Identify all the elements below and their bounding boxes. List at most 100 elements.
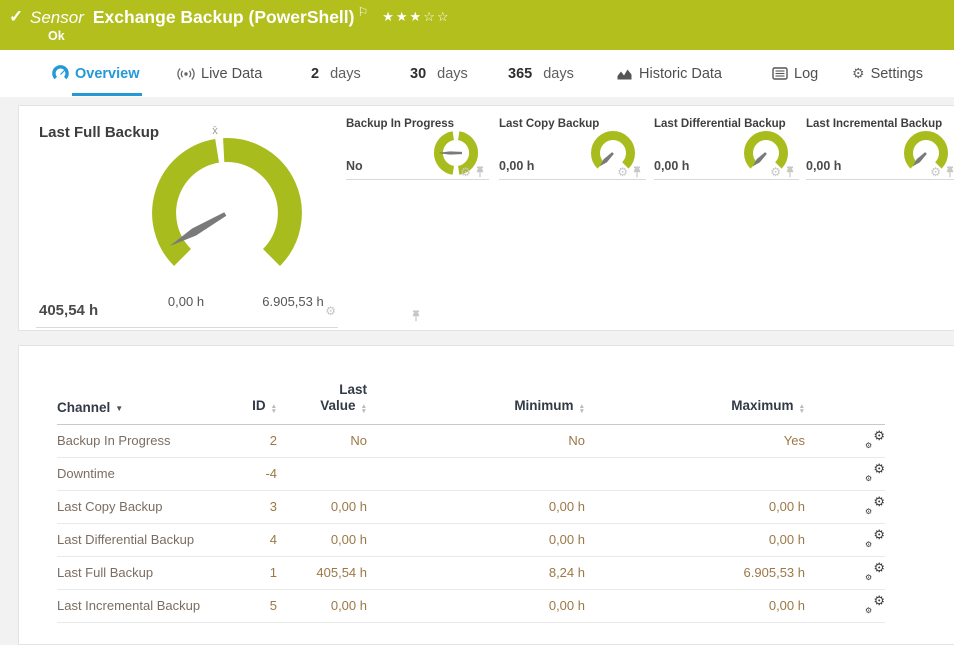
channel-id: 4 xyxy=(227,523,277,556)
channel-id: 5 xyxy=(227,589,277,622)
tab-label: Settings xyxy=(871,66,923,82)
table-row: Downtime -4 ⚙⚙ xyxy=(57,457,885,490)
gear-icon[interactable]: ⚙ xyxy=(770,166,781,178)
gauge-quick-actions: ⚙ xyxy=(770,166,795,178)
column-header-id[interactable]: ID▲▼ xyxy=(227,348,277,424)
channel-settings-icon[interactable]: ⚙⚙ xyxy=(865,563,885,580)
channel-id: 3 xyxy=(227,490,277,523)
gauges-panel: Last Full Backup x̄ 0,00 h 6.905,53 h 40… xyxy=(18,105,954,331)
tab-label: Live Data xyxy=(201,66,262,82)
ok-check-icon: ✓ xyxy=(9,7,23,27)
gauge-value: 405,54 h xyxy=(39,302,98,319)
table-header-row: Channel▼ ID▲▼ LastValue▲▼ Minimum▲▼ Maxi… xyxy=(57,348,885,424)
gauge-value: No xyxy=(346,159,363,173)
channel-maximum xyxy=(585,457,805,490)
page-title: Exchange Backup (PowerShell) xyxy=(93,7,355,27)
channel-id: -4 xyxy=(227,457,277,490)
sensor-title-line: Sensor Exchange Backup (PowerShell)⚐ ★★★☆☆ xyxy=(30,7,451,28)
channels-panel: Channel▼ ID▲▼ LastValue▲▼ Minimum▲▼ Maxi… xyxy=(18,345,954,645)
broadcast-icon xyxy=(177,66,195,82)
sensor-header: ✓ Sensor Exchange Backup (PowerShell)⚐ ★★★… xyxy=(0,0,954,50)
flag-icon[interactable]: ⚐ xyxy=(357,5,368,19)
tab-365-days[interactable]: 365 days xyxy=(508,50,574,97)
channel-settings-icon[interactable]: ⚙⚙ xyxy=(865,530,885,547)
column-header-maximum[interactable]: Maximum▲▼ xyxy=(585,348,805,424)
table-row: Last Incremental Backup 5 0,00 h 0,00 h … xyxy=(57,589,885,622)
tab-30-days[interactable]: 30 days xyxy=(410,50,468,97)
channel-id: 2 xyxy=(227,424,277,457)
pin-icon[interactable] xyxy=(411,310,421,322)
table-row: Last Copy Backup 3 0,00 h 0,00 h 0,00 h … xyxy=(57,490,885,523)
channel-name: Downtime xyxy=(57,457,227,490)
sort-icon: ▲▼ xyxy=(799,404,805,415)
area-chart-icon xyxy=(616,67,633,81)
channel-settings-icon[interactable]: ⚙⚙ xyxy=(865,464,885,481)
channel-settings-icon[interactable]: ⚙⚙ xyxy=(865,596,885,613)
status-badge: Ok xyxy=(48,29,65,43)
gauge-last-full-backup[interactable]: Last Full Backup x̄ 0,00 h 6.905,53 h 40… xyxy=(36,116,338,328)
radial-gauge: x̄ xyxy=(122,121,332,293)
gauge-value: 0,00 h xyxy=(499,159,534,173)
priority-stars[interactable]: ★★★☆☆ xyxy=(382,9,450,24)
tab-label: Overview xyxy=(75,66,140,82)
tab-log[interactable]: Log xyxy=(772,50,818,97)
table-row: Last Full Backup 1 405,54 h 8,24 h 6.905… xyxy=(57,556,885,589)
table-row: Last Differential Backup 4 0,00 h 0,00 h… xyxy=(57,523,885,556)
sorted-desc-icon: ▼ xyxy=(115,404,123,413)
tab-number: 2 xyxy=(311,66,319,82)
channel-last-value: 405,54 h xyxy=(277,556,367,589)
channel-last-value: 0,00 h xyxy=(277,589,367,622)
pin-icon[interactable] xyxy=(945,166,954,178)
gauge-needle xyxy=(753,152,767,166)
pin-icon[interactable] xyxy=(785,166,795,178)
gauge-value: 0,00 h xyxy=(654,159,689,173)
column-header-minimum[interactable]: Minimum▲▼ xyxy=(367,348,585,424)
gear-icon[interactable]: ⚙ xyxy=(460,166,471,178)
table-row: Backup In Progress 2 No No Yes ⚙⚙ xyxy=(57,424,885,457)
channel-settings-icon[interactable]: ⚙⚙ xyxy=(865,497,885,514)
channel-maximum: 0,00 h xyxy=(585,523,805,556)
tab-overview[interactable]: Overview xyxy=(52,50,140,97)
channel-minimum: 0,00 h xyxy=(367,589,585,622)
sort-icon: ▲▼ xyxy=(579,404,585,415)
column-header-last-value[interactable]: LastValue▲▼ xyxy=(277,348,367,424)
gauge-last-differential-backup[interactable]: Last Differential Backup 0,00 h ⚙ xyxy=(654,116,799,180)
tab-number: 365 xyxy=(508,66,532,82)
gauge-last-incremental-backup[interactable]: Last Incremental Backup 0,00 h ⚙ xyxy=(806,116,954,180)
sort-icon: ▲▼ xyxy=(271,404,277,415)
pin-icon[interactable] xyxy=(475,166,485,178)
gauge-icon xyxy=(52,65,69,82)
gear-icon[interactable]: ⚙ xyxy=(325,305,336,317)
channel-name: Last Copy Backup xyxy=(57,490,227,523)
channel-name: Last Differential Backup xyxy=(57,523,227,556)
average-marker-label: x̄ xyxy=(212,125,218,137)
tab-settings[interactable]: ⚙ Settings xyxy=(852,50,923,97)
sort-icon: ▲▼ xyxy=(361,404,367,415)
gear-icon[interactable]: ⚙ xyxy=(617,166,628,178)
gear-icon: ⚙ xyxy=(852,65,865,82)
gear-icon[interactable]: ⚙ xyxy=(930,166,941,178)
channels-table: Channel▼ ID▲▼ LastValue▲▼ Minimum▲▼ Maxi… xyxy=(57,348,885,623)
pin-icon[interactable] xyxy=(632,166,642,178)
object-kind-label: Sensor xyxy=(30,8,84,27)
gauge-quick-actions: ⚙ xyxy=(617,166,642,178)
tab-2-days[interactable]: 2 days xyxy=(311,50,361,97)
channel-maximum: 0,00 h xyxy=(585,490,805,523)
gauge-last-copy-backup[interactable]: Last Copy Backup 0,00 h ⚙ xyxy=(499,116,646,180)
channel-settings-icon[interactable]: ⚙⚙ xyxy=(865,431,885,448)
channel-name: Backup In Progress xyxy=(57,424,227,457)
channel-last-value: 0,00 h xyxy=(277,523,367,556)
channel-minimum xyxy=(367,457,585,490)
tab-unit: days xyxy=(543,66,574,82)
channel-name: Last Incremental Backup xyxy=(57,589,227,622)
tab-historic-data[interactable]: Historic Data xyxy=(616,50,722,97)
gauge-backup-in-progress[interactable]: Backup In Progress No ⚙ xyxy=(346,116,489,180)
channel-maximum: 6.905,53 h xyxy=(585,556,805,589)
gauge-needle xyxy=(913,152,927,166)
gauge-quick-actions: ⚙ xyxy=(325,305,336,317)
column-header-channel[interactable]: Channel▼ xyxy=(57,348,227,424)
tab-live-data[interactable]: Live Data xyxy=(177,50,262,97)
tab-unit: days xyxy=(330,66,361,82)
log-list-icon xyxy=(772,67,788,80)
gauge-needle xyxy=(600,152,614,166)
